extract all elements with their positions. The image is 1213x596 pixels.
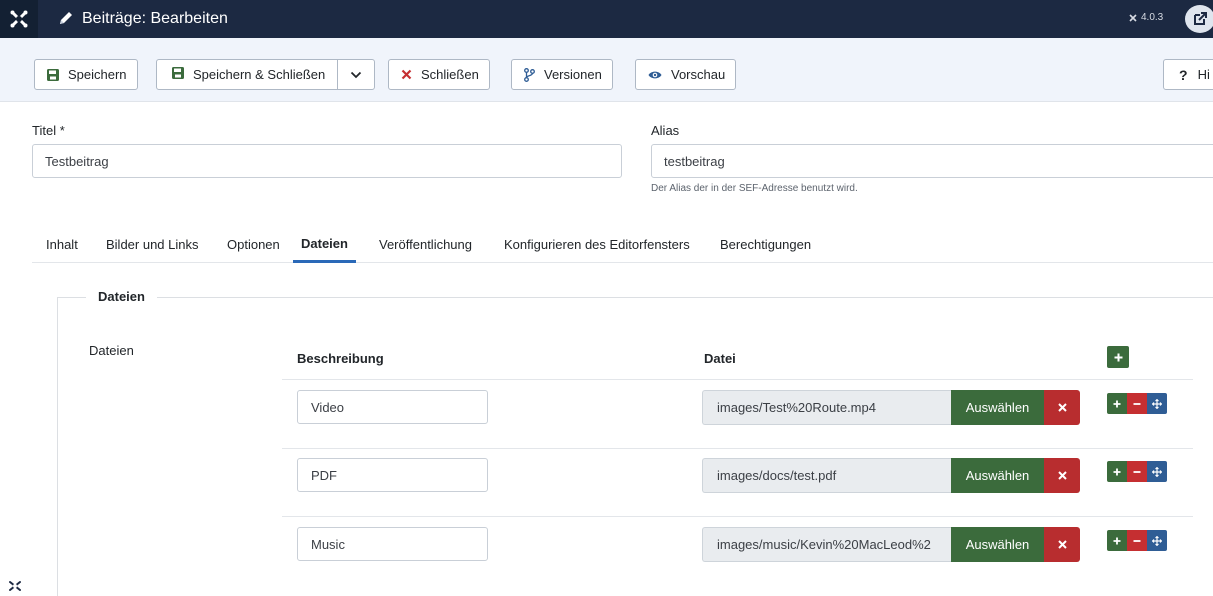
page-title-wrap: Beiträge: Bearbeiten (58, 0, 228, 38)
row-actions (1107, 530, 1167, 551)
question-icon: ? (1179, 66, 1188, 83)
tab-berechtigungen[interactable]: Berechtigungen (718, 226, 813, 263)
clear-file-button[interactable] (1044, 390, 1080, 425)
file-field: images/Test%20Route.mp4 Auswählen (702, 390, 1080, 425)
version-label: 4.0.3 (1141, 12, 1164, 23)
times-icon (401, 69, 412, 80)
column-header-file: Datei (704, 351, 736, 366)
column-header-description: Beschreibung (297, 351, 384, 366)
save-close-label: Speichern & Schließen (193, 67, 326, 82)
pencil-icon (58, 10, 74, 29)
description-input[interactable]: Music (297, 527, 488, 561)
add-after-button[interactable] (1107, 393, 1127, 414)
minus-icon (1133, 539, 1141, 542)
arrows-move-icon (1152, 535, 1162, 546)
help-button[interactable]: ? Hi (1163, 59, 1213, 90)
page-title: Beiträge: Bearbeiten (82, 10, 228, 27)
row-separator (282, 448, 1193, 449)
version-info: 4.0.3 (1128, 12, 1163, 23)
tab-dateien[interactable]: Dateien (293, 226, 356, 263)
help-label: Hi (1197, 67, 1210, 82)
times-icon (1057, 403, 1067, 412)
file-field: images/music/Kevin%20MacLeod%2 Auswählen (702, 527, 1080, 562)
versions-label: Versionen (544, 67, 602, 82)
move-row-handle[interactable] (1147, 461, 1167, 482)
minus-icon (1133, 402, 1141, 405)
versions-button[interactable]: Versionen (511, 59, 613, 90)
row-actions (1107, 461, 1167, 482)
add-row-button[interactable] (1107, 346, 1129, 368)
external-link-button[interactable] (1185, 5, 1213, 33)
remove-row-button[interactable] (1127, 393, 1147, 414)
minus-icon (1133, 470, 1141, 473)
save-button[interactable]: Speichern (34, 59, 138, 90)
joomla-footer-icon (8, 580, 22, 595)
joomla-small-icon (1129, 13, 1137, 22)
description-input[interactable]: PDF (297, 458, 488, 492)
row-actions (1107, 393, 1167, 414)
header-bar: Beiträge: Bearbeiten 4.0.3 (0, 0, 1213, 38)
chevron-down-icon (351, 71, 362, 78)
files-field-label: Dateien (89, 343, 134, 358)
alias-input[interactable]: testbeitrag (651, 144, 1213, 178)
file-path-input[interactable]: images/Test%20Route.mp4 (702, 390, 951, 425)
eye-icon (648, 70, 662, 80)
save-close-split-button: Speichern & Schließen (156, 59, 376, 90)
title-input[interactable]: Testbeitrag (32, 144, 622, 178)
plus-icon (1113, 400, 1121, 407)
external-link-icon (1194, 12, 1207, 25)
add-after-button[interactable] (1107, 530, 1127, 551)
tab-bilder-und-links[interactable]: Bilder und Links (104, 226, 201, 263)
arrows-move-icon (1152, 398, 1162, 409)
move-row-handle[interactable] (1147, 530, 1167, 551)
select-file-button[interactable]: Auswählen (951, 458, 1044, 493)
file-path-input[interactable]: images/docs/test.pdf (702, 458, 951, 493)
row-separator (282, 516, 1193, 517)
tab-inhalt[interactable]: Inhalt (44, 226, 80, 263)
plus-icon (1114, 353, 1122, 361)
add-after-button[interactable] (1107, 461, 1127, 482)
clear-file-button[interactable] (1044, 527, 1080, 562)
tab-bar: Inhalt Bilder und Links Optionen Dateien… (32, 226, 1213, 263)
file-field: images/docs/test.pdf Auswählen (702, 458, 1080, 493)
remove-row-button[interactable] (1127, 530, 1147, 551)
close-label: Schließen (421, 67, 479, 82)
plus-icon (1113, 537, 1121, 544)
fieldset-border (57, 297, 1213, 298)
fieldset-legend: Dateien (86, 289, 157, 304)
clear-file-button[interactable] (1044, 458, 1080, 493)
close-button[interactable]: Schließen (388, 59, 490, 90)
preview-button[interactable]: Vorschau (635, 59, 737, 90)
row-separator (282, 379, 1193, 380)
preview-label: Vorschau (671, 67, 726, 82)
tab-optionen[interactable]: Optionen (225, 226, 282, 263)
joomla-logo-icon[interactable] (0, 0, 38, 38)
save-label: Speichern (68, 67, 127, 82)
times-icon (1057, 540, 1067, 549)
description-input[interactable]: Video (297, 390, 488, 424)
tab-veroeffentlichung[interactable]: Veröffentlichung (377, 226, 474, 263)
save-options-dropdown-button[interactable] (338, 60, 374, 89)
select-file-button[interactable]: Auswählen (951, 390, 1044, 425)
toolbar: Speichern Speichern & Schließen Schließe… (0, 38, 1213, 102)
title-label: Titel * (32, 123, 65, 138)
file-path-input[interactable]: images/music/Kevin%20MacLeod%2 (702, 527, 951, 562)
remove-row-button[interactable] (1127, 461, 1147, 482)
tab-editor-config[interactable]: Konfigurieren des Editorfensters (502, 226, 692, 263)
code-branch-icon (524, 67, 535, 82)
save-icon (47, 68, 59, 81)
move-row-handle[interactable] (1147, 393, 1167, 414)
save-icon (172, 67, 184, 82)
alias-label: Alias (651, 123, 680, 138)
save-close-button[interactable]: Speichern & Schließen (157, 60, 339, 89)
select-file-button[interactable]: Auswählen (951, 527, 1044, 562)
plus-icon (1113, 468, 1121, 475)
times-icon (1057, 471, 1067, 480)
alias-hint: Der Alias der in der SEF-Adresse benutzt… (651, 183, 858, 194)
arrows-move-icon (1152, 466, 1162, 477)
fieldset-border-left (57, 297, 58, 596)
